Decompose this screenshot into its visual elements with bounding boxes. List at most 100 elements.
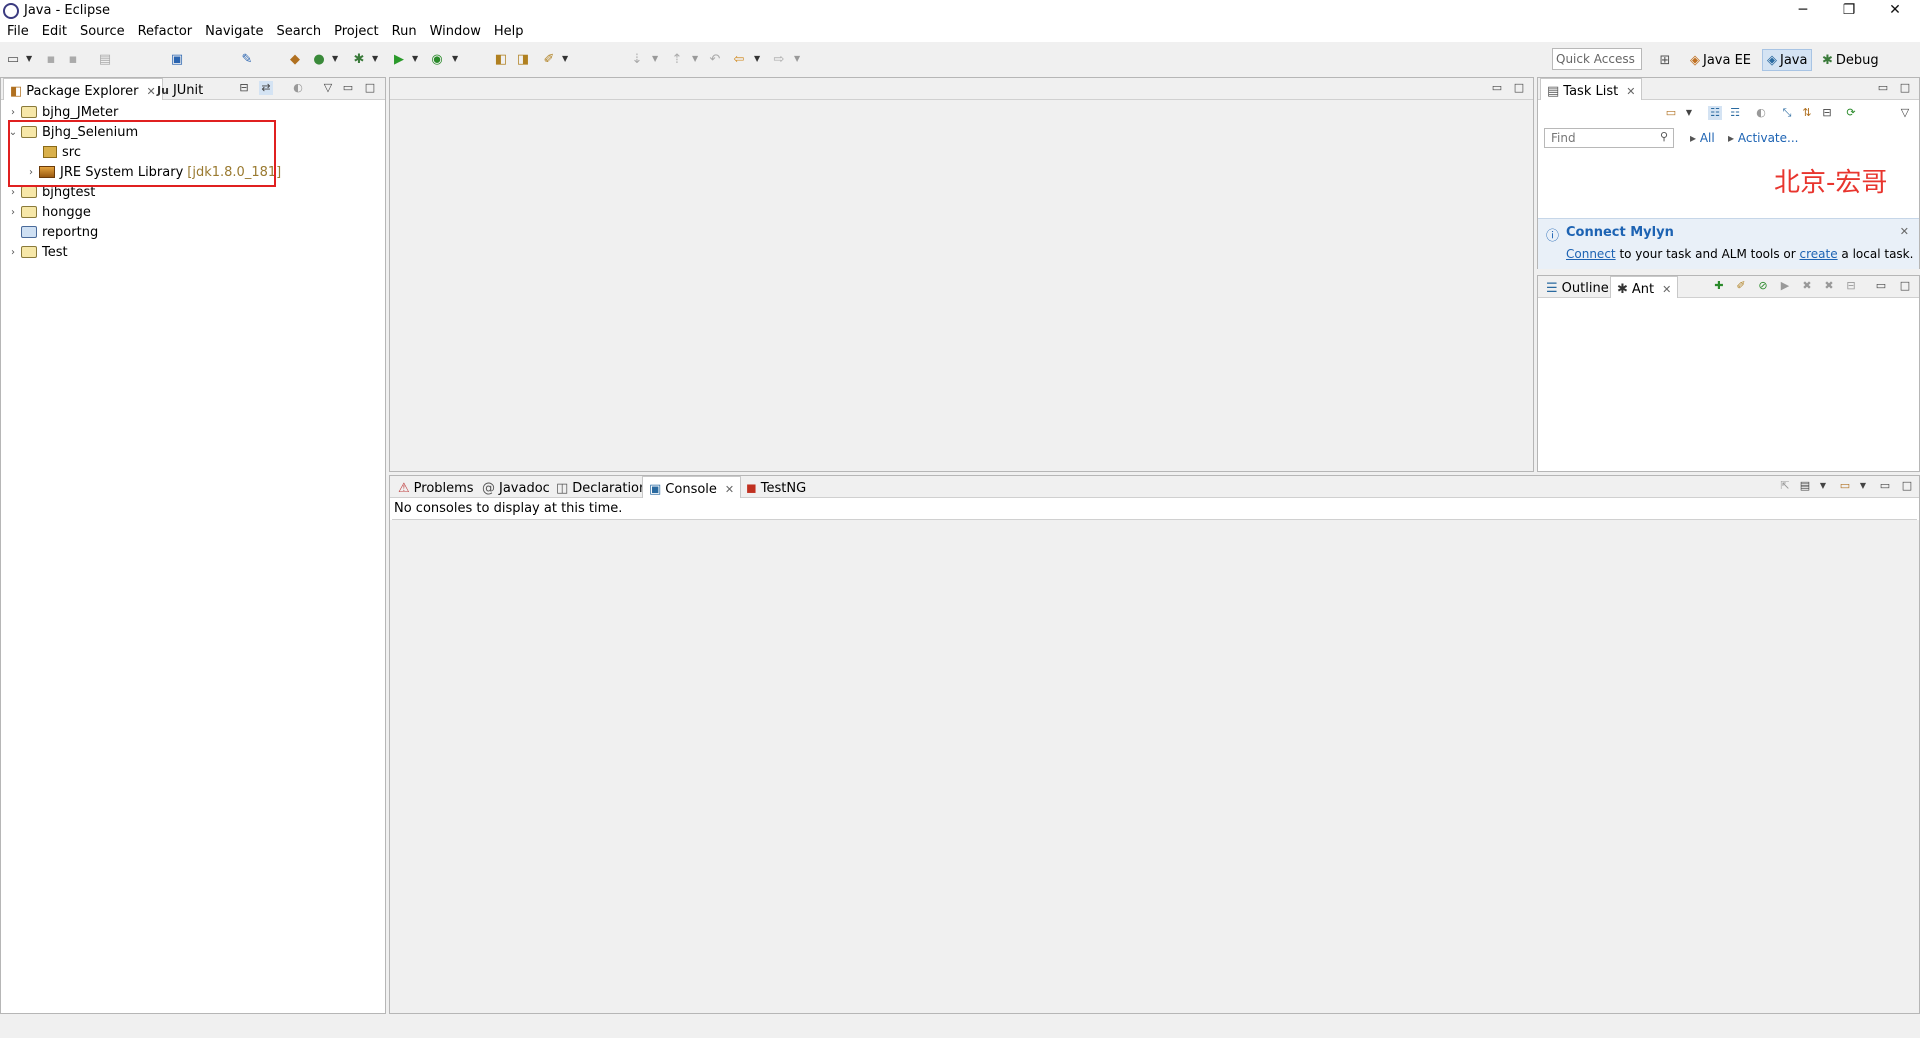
run-icon[interactable]: ▶ bbox=[390, 50, 408, 68]
collapse-all-icon[interactable]: ⊟ bbox=[237, 81, 251, 95]
search-buildfile-icon[interactable]: ✐ bbox=[1734, 279, 1748, 293]
open-console-dropdown-icon[interactable]: ▼ bbox=[1856, 479, 1870, 493]
create-link[interactable]: create bbox=[1800, 247, 1838, 261]
tree-item-bjhg-jmeter[interactable]: › bjhg_JMeter bbox=[7, 102, 118, 122]
minimize-view-icon[interactable]: ▭ bbox=[1878, 479, 1892, 493]
maximize-view-icon[interactable]: □ bbox=[1898, 81, 1912, 95]
tab-task-list[interactable]: ▤ Task List ✕ bbox=[1540, 78, 1643, 100]
close-window-button[interactable]: ✕ bbox=[1872, 0, 1918, 22]
menu-search[interactable]: Search bbox=[269, 22, 327, 42]
prev-annotation-icon[interactable]: ⇡ bbox=[668, 50, 686, 68]
tab-ant[interactable]: ✱ Ant ✕ bbox=[1610, 276, 1679, 298]
new-icon[interactable]: ▭ bbox=[4, 50, 22, 68]
menu-file[interactable]: File bbox=[0, 22, 35, 42]
forward-dropdown-icon[interactable]: ▼ bbox=[794, 54, 800, 63]
minimize-view-icon[interactable]: ▭ bbox=[1874, 279, 1888, 293]
maximize-editor-icon[interactable]: □ bbox=[1512, 81, 1526, 95]
tab-javadoc[interactable]: @ Javadoc bbox=[476, 476, 556, 498]
tab-console[interactable]: ▣ Console ✕ bbox=[642, 476, 742, 498]
menu-edit[interactable]: Edit bbox=[35, 22, 73, 42]
menu-navigate[interactable]: Navigate bbox=[198, 22, 269, 42]
new-task-icon[interactable]: ▭ bbox=[1664, 106, 1678, 120]
run-dropdown-icon[interactable]: ▼ bbox=[412, 54, 418, 63]
tab-outline[interactable]: ☰ Outline bbox=[1540, 276, 1615, 298]
new-java-dropdown-icon[interactable]: ▼ bbox=[332, 54, 338, 63]
tree-item-test[interactable]: › Test bbox=[7, 242, 68, 262]
open-perspective-icon[interactable]: ⊞ bbox=[1656, 51, 1674, 69]
search-icon[interactable]: ✐ bbox=[540, 50, 558, 68]
debug-dropdown-icon[interactable]: ▼ bbox=[372, 54, 378, 63]
forward-icon[interactable]: ⇨ bbox=[770, 50, 788, 68]
add-buildfile-icon[interactable]: ✚ bbox=[1712, 279, 1726, 293]
menu-project[interactable]: Project bbox=[327, 22, 384, 42]
filter-all-link[interactable]: ▸ All bbox=[1690, 131, 1715, 145]
quick-access-field[interactable]: Quick Access bbox=[1552, 48, 1642, 70]
hide-completed-icon[interactable]: ⤡ bbox=[1780, 106, 1794, 120]
maximize-view-icon[interactable]: □ bbox=[1898, 279, 1912, 293]
pin-icon[interactable]: ✎ bbox=[238, 50, 256, 68]
perspective-java-ee[interactable]: ◈ Java EE bbox=[1686, 49, 1755, 71]
open-type-icon[interactable]: ◧ bbox=[492, 50, 510, 68]
expand-arrow-icon[interactable]: › bbox=[7, 107, 19, 118]
restore-button[interactable]: ❐ bbox=[1826, 0, 1872, 22]
display-console-icon[interactable]: ▤ bbox=[1798, 479, 1812, 493]
next-annotation-dropdown-icon[interactable]: ▼ bbox=[652, 54, 658, 63]
activate-link[interactable]: ▸ Activate... bbox=[1728, 131, 1798, 145]
print-icon[interactable]: ▤ bbox=[96, 50, 114, 68]
open-task-icon[interactable]: ◨ bbox=[514, 50, 532, 68]
minimize-button[interactable]: ─ bbox=[1780, 0, 1826, 22]
external-tools-icon[interactable]: ◉ bbox=[428, 50, 446, 68]
expand-arrow-icon[interactable]: › bbox=[7, 207, 19, 218]
debug-icon[interactable]: ✱ bbox=[350, 50, 368, 68]
search-dropdown-icon[interactable]: ▼ bbox=[562, 54, 568, 63]
close-tab-icon[interactable]: ✕ bbox=[725, 483, 734, 496]
task-find-input[interactable]: Find bbox=[1544, 128, 1674, 148]
link-with-editor-icon[interactable]: ⇄ bbox=[259, 81, 273, 95]
back-dropdown-icon[interactable]: ▼ bbox=[754, 54, 760, 63]
next-annotation-icon[interactable]: ⇣ bbox=[628, 50, 646, 68]
prev-annotation-dropdown-icon[interactable]: ▼ bbox=[692, 54, 698, 63]
synchronize-icon[interactable]: ⇅ bbox=[1800, 106, 1814, 120]
tab-package-explorer[interactable]: ◧ Package Explorer ✕ bbox=[3, 78, 163, 100]
focus-workweek-icon[interactable]: ◐ bbox=[1754, 106, 1768, 120]
menu-help[interactable]: Help bbox=[487, 22, 530, 42]
menu-source[interactable]: Source bbox=[73, 22, 131, 42]
save-icon[interactable]: ▪ bbox=[42, 50, 60, 68]
categorized-icon[interactable]: ☷ bbox=[1708, 106, 1722, 120]
menu-run[interactable]: Run bbox=[385, 22, 423, 42]
maximize-view-icon[interactable]: □ bbox=[363, 81, 377, 95]
close-tab-icon[interactable]: ✕ bbox=[1662, 283, 1671, 296]
expand-arrow-icon[interactable]: › bbox=[7, 187, 19, 198]
menu-window[interactable]: Window bbox=[423, 22, 487, 42]
run-target-icon[interactable]: ▶ bbox=[1778, 279, 1792, 293]
tab-problems[interactable]: ⚠ Problems bbox=[392, 476, 480, 498]
new-java-icon[interactable]: ● bbox=[310, 50, 328, 68]
tab-junit[interactable]: Ju JUnit bbox=[151, 78, 209, 100]
filter-targets-icon[interactable]: ⊘ bbox=[1756, 279, 1770, 293]
close-banner-icon[interactable]: ✕ bbox=[1900, 225, 1909, 238]
mylyn-sync-icon[interactable]: ⟳ bbox=[1844, 106, 1858, 120]
last-edit-icon[interactable]: ↶ bbox=[706, 50, 724, 68]
view-menu-icon[interactable]: ▽ bbox=[1898, 106, 1912, 120]
save-all-icon[interactable]: ▪ bbox=[64, 50, 82, 68]
maximize-view-icon[interactable]: □ bbox=[1900, 479, 1914, 493]
pin-console-icon[interactable]: ⇱ bbox=[1778, 479, 1792, 493]
tree-item-reportng[interactable]: reportng bbox=[19, 222, 98, 242]
view-menu-icon[interactable]: ▽ bbox=[321, 81, 335, 95]
new-dropdown-icon[interactable]: ▼ bbox=[26, 54, 32, 63]
minimize-view-icon[interactable]: ▭ bbox=[1876, 81, 1890, 95]
remove-icon[interactable]: ✖ bbox=[1800, 279, 1814, 293]
close-tab-icon[interactable]: ✕ bbox=[1626, 85, 1635, 98]
minimize-view-icon[interactable]: ▭ bbox=[341, 81, 355, 95]
tab-testng[interactable]: ◼ TestNG bbox=[740, 476, 812, 498]
tree-item-hongge[interactable]: › hongge bbox=[7, 202, 91, 222]
external-tools-dropdown-icon[interactable]: ▼ bbox=[452, 54, 458, 63]
build-icon[interactable]: ◆ bbox=[286, 50, 304, 68]
focus-task-icon[interactable]: ◐ bbox=[291, 81, 305, 95]
tab-declaration[interactable]: ◫ Declaration bbox=[550, 476, 653, 498]
menu-refactor[interactable]: Refactor bbox=[131, 22, 199, 42]
perspective-java[interactable]: ◈ Java bbox=[1762, 49, 1813, 71]
open-console-icon[interactable]: ▭ bbox=[1838, 479, 1852, 493]
remove-all-icon[interactable]: ✖ bbox=[1822, 279, 1836, 293]
terminal-icon[interactable]: ▣ bbox=[168, 50, 186, 68]
